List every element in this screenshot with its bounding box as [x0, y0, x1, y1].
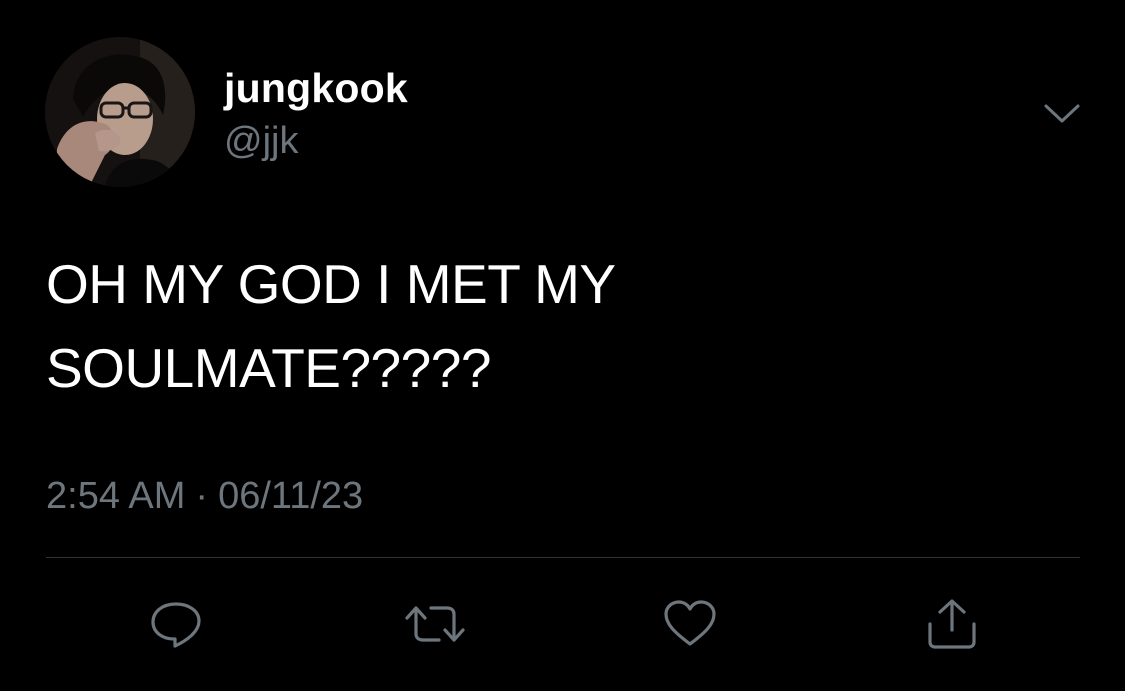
tweet-time[interactable]: 2:54 AM: [46, 475, 185, 517]
avatar-image: [45, 37, 195, 187]
chevron-down-icon: [1044, 104, 1080, 123]
heart-icon: [664, 600, 716, 646]
reply-button[interactable]: [148, 598, 204, 650]
tweet-metadata: 2:54 AM · 06/11/23: [46, 473, 363, 519]
tweet-card: jungkook @jjk OH MY GOD I MET MY SOULMAT…: [0, 0, 1125, 691]
share-icon: [928, 599, 976, 649]
avatar[interactable]: [45, 37, 195, 187]
divider: [46, 557, 1080, 558]
retweet-button[interactable]: [403, 598, 465, 650]
tweet-date[interactable]: 06/11/23: [218, 475, 363, 517]
more-options-button[interactable]: [1040, 98, 1084, 130]
user-handle[interactable]: @jjk: [224, 118, 298, 164]
retweet-icon: [405, 606, 465, 642]
reply-icon: [151, 602, 201, 648]
tweet-text-line: SOULMATE?????: [46, 337, 491, 399]
tweet-text-line: OH MY GOD I MET MY: [46, 253, 616, 315]
like-button[interactable]: [662, 598, 718, 650]
share-button[interactable]: [920, 598, 976, 650]
tweet-text: OH MY GOD I MET MY SOULMATE?????: [46, 242, 1066, 410]
display-name[interactable]: jungkook: [224, 64, 408, 112]
meta-separator: ·: [195, 475, 209, 517]
